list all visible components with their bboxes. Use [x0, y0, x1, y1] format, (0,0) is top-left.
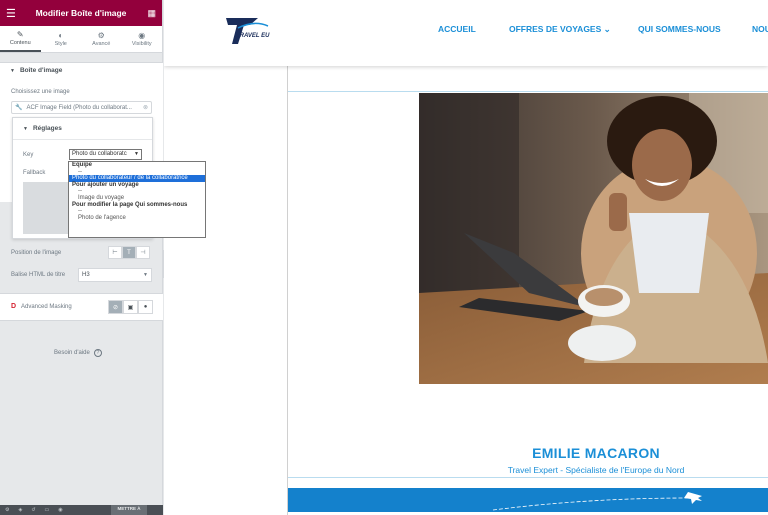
history-icon[interactable]: ↺ [31, 507, 35, 513]
eye-icon: ◉ [138, 31, 146, 40]
acf-field-value: ACF Image Field (Photo du collaborat... [26, 104, 132, 111]
plugin-logo-icon: D [11, 303, 17, 310]
chevron-down-icon: ▼ [143, 272, 148, 278]
dropdown-option[interactable]: -- [69, 208, 205, 215]
choose-image-label: Choisissez une image [11, 89, 70, 95]
tab-contenu[interactable]: ✎ Contenu [0, 26, 41, 52]
chevron-down-icon: ⌄ [601, 24, 611, 34]
clear-icon[interactable]: ⊗ [143, 104, 148, 111]
key-dropdown-list[interactable]: Equipe -- Photo du collaborateur / de la c… [68, 161, 206, 238]
advanced-masking-label: Advanced Masking [21, 304, 72, 310]
align-right-icon[interactable]: ⊣ [136, 246, 150, 259]
tab-style[interactable]: ◐ Style [41, 26, 82, 52]
circle-icon[interactable]: ● [138, 300, 153, 314]
nav-offres[interactable]: OFFRES DE VOYAGES ⌄ [509, 24, 611, 35]
acf-image-field[interactable]: 🔧 ACF Image Field (Photo du collaborat..… [11, 101, 152, 114]
image-position-choices: ⊢ T ⊣ [108, 246, 150, 259]
align-left-icon[interactable]: ⊢ [108, 246, 122, 259]
caret-down-icon: ▼ [23, 125, 28, 132]
nav-accueil[interactable]: ACCUEIL [438, 24, 476, 34]
align-top-icon[interactable]: T [122, 246, 136, 259]
divider [288, 91, 768, 92]
question-icon: ? [93, 349, 102, 357]
gear-icon: ⚙ [97, 31, 105, 40]
widgets-grid-icon[interactable]: ▦ [144, 8, 156, 19]
panel-header: ☰ Modifier Boîte d'image ▦ [0, 0, 162, 26]
dropdown-option[interactable]: Photo de l'agence [69, 215, 205, 222]
team-member-photo[interactable] [419, 93, 768, 384]
dropdown-group-label: Equipe [72, 162, 93, 168]
title-tag-value: H3 [82, 272, 90, 278]
responsive-icon[interactable]: ▭ [45, 507, 50, 513]
help-link[interactable]: Besoin d'aide ? [54, 349, 102, 357]
logo-text: TRAVEL EU [236, 33, 270, 39]
dropdown-group-label: Pour ajouter un voyage [72, 181, 139, 188]
wrench-icon: 🔧 [15, 105, 23, 111]
person-role: Travel Expert - Spécialiste de l'Europe … [507, 465, 685, 475]
key-select[interactable]: Photo du collaboratc ▼ [69, 149, 142, 160]
nav-qui-sommes-nous[interactable]: QUI SOMMES-NOUS [638, 24, 721, 34]
ban-icon[interactable]: ⊘ [108, 300, 123, 314]
divider [288, 477, 768, 478]
dropdown-option[interactable]: Photo du collaborateur / de la collabora… [69, 175, 205, 182]
key-label: Key [23, 152, 34, 158]
layers-icon[interactable]: ◈ [18, 507, 22, 513]
tab-label: Contenu [9, 40, 31, 46]
site-preview: TRAVEL EU ACCUEIL OFFRES DE VOYAGES ⌄ QU… [164, 0, 768, 515]
travel-logo-icon[interactable] [224, 16, 284, 46]
title-tag-label: Balise HTML de titre [11, 272, 66, 278]
hamburger-menu-icon[interactable]: ☰ [6, 7, 18, 20]
advanced-masking-row: D Advanced Masking ⊘ ▣ ● [0, 293, 163, 321]
footer-band [288, 488, 768, 512]
image-icon[interactable]: ▣ [123, 300, 138, 314]
title-tag-select[interactable]: H3 ▼ [78, 268, 152, 282]
tab-label: Visibility [131, 41, 152, 47]
chevron-down-icon: ▼ [134, 151, 139, 157]
dropdown-option[interactable]: -- [69, 188, 205, 195]
editor-panel: ☰ Modifier Boîte d'image ▦ ✎ Contenu ◐ S… [0, 0, 163, 515]
dropdown-option[interactable]: Image du voyage [69, 195, 205, 202]
panel-title: Modifier Boîte d'image [35, 8, 127, 18]
tab-visibility[interactable]: ◉ Visibility [122, 26, 163, 52]
preview-icon[interactable]: ◉ [58, 507, 62, 513]
panel-footer: ⚙ ◈ ↺ ▭ ◉ METTRE À [0, 505, 163, 515]
tab-label: Avancé [92, 41, 111, 47]
reglages-title: Réglages [32, 125, 62, 132]
fallback-label: Fallback [23, 170, 46, 176]
section-toggle[interactable]: ▼ Boîte d'image [0, 63, 163, 78]
person-name: EMILIE MACARON [532, 445, 660, 461]
section-title: Boîte d'image [19, 67, 63, 74]
dropdown-group-label: Pour modifier la page Qui sommes-nous [72, 201, 188, 208]
caret-down-icon: ▼ [10, 67, 15, 74]
settings-icon[interactable]: ⚙ [5, 507, 9, 513]
tab-label: Style [54, 41, 67, 47]
dropdown-option[interactable]: -- [69, 169, 205, 176]
help-label: Besoin d'aide [54, 350, 90, 356]
panel-tabs: ✎ Contenu ◐ Style ⚙ Avancé ◉ Visibility [0, 26, 162, 53]
site-header: TRAVEL EU ACCUEIL OFFRES DE VOYAGES ⌄ QU… [164, 0, 768, 66]
tab-avance[interactable]: ⚙ Avancé [81, 26, 122, 52]
reglages-header[interactable]: ▼ Réglages [13, 118, 152, 140]
key-select-value: Photo du collaboratc [72, 151, 127, 157]
image-position-label: Position de l'image [11, 250, 62, 256]
publish-button[interactable]: METTRE À [111, 505, 147, 515]
pencil-icon: ✎ [16, 30, 24, 39]
half-circle-icon: ◐ [58, 31, 64, 40]
publish-label: METTRE À [117, 506, 141, 511]
nav-nous[interactable]: NOU [752, 24, 768, 34]
nav-offres-label: OFFRES DE VOYAGES [509, 24, 602, 34]
masking-choices: ⊘ ▣ ● [108, 300, 153, 314]
